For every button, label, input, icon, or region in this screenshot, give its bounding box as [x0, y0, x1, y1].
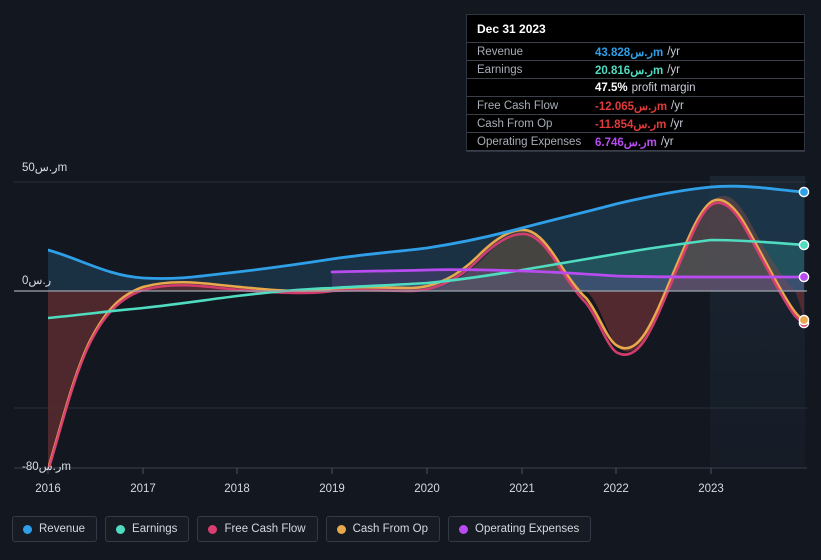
x-axis-label-2017: 2017 [130, 483, 156, 495]
tooltip-label-revenue: Revenue [477, 45, 524, 58]
endpoint-marker-earnings [798, 239, 810, 251]
legend-item-operating-expenses[interactable]: Operating Expenses [448, 516, 592, 542]
tooltip-row-revenue: Revenue 43.828ر.سm /yr [467, 42, 804, 60]
x-axis-label-2016: 2016 [35, 483, 61, 495]
y-axis-label-top: 50ر.سm [22, 162, 68, 174]
endpoint-marker-operating-expenses [798, 271, 810, 283]
x-axis-label-2019: 2019 [319, 483, 345, 495]
tooltip-label-cash-from-op: Cash From Op [477, 117, 553, 130]
y-axis-label-bottom: -80ر.سm [22, 461, 72, 473]
legend-dot-free-cash-flow [208, 524, 218, 534]
endpoint-marker-cash-from-op [798, 314, 810, 326]
legend-item-earnings[interactable]: Earnings [105, 516, 190, 542]
cashflow-negative-area-left [48, 282, 300, 468]
tooltip-suffix-revenue: /yr [667, 45, 680, 58]
tooltip-label-earnings: Earnings [477, 63, 523, 76]
x-axis-label-2023: 2023 [698, 483, 724, 495]
y-axis-label-zero: 0ر.س [22, 275, 52, 287]
tooltip-row-earnings: Earnings 20.816ر.سm /yr [467, 60, 804, 78]
legend-dot-revenue [23, 524, 32, 534]
tooltip-value-free-cash-flow: -12.065ر.سm [595, 100, 668, 113]
chart-legend: Revenue Earnings Free Cash Flow Cash Fro… [12, 516, 592, 542]
legend-item-revenue[interactable]: Revenue [12, 516, 98, 542]
tooltip-value-profit-margin: 47.5% [595, 81, 628, 94]
tooltip-value-revenue: 43.828ر.سm [595, 46, 664, 59]
financial-chart: 50ر.سm 0ر.س -80ر.سm 2016 2017 2018 2019 … [0, 0, 821, 560]
x-axis-label-2021: 2021 [509, 483, 535, 495]
tooltip-suffix-operating-expenses: /yr [660, 135, 674, 148]
legend-item-free-cash-flow[interactable]: Free Cash Flow [197, 516, 318, 542]
tooltip-row-profit-margin: 47.5% profit margin [467, 78, 804, 96]
tooltip-label-free-cash-flow: Free Cash Flow [477, 99, 559, 112]
tooltip-value-earnings: 20.816ر.سm [595, 64, 664, 77]
x-axis-label-2018: 2018 [224, 483, 250, 495]
tooltip-suffix-free-cash-flow: /yr [671, 99, 684, 112]
tooltip-title: Dec 31 2023 [477, 22, 546, 36]
tooltip-value-cash-from-op: -11.854ر.سm [595, 118, 667, 131]
chart-tooltip: Dec 31 2023 Revenue 43.828ر.سm /yr Earni… [466, 14, 805, 152]
tooltip-suffix-earnings: /yr [667, 63, 680, 76]
endpoint-marker-revenue [798, 186, 810, 198]
legend-label-cash-from-op: Cash From Op [352, 523, 429, 535]
legend-label-free-cash-flow: Free Cash Flow [224, 523, 306, 535]
legend-label-operating-expenses: Operating Expenses [475, 523, 580, 535]
tooltip-row-free-cash-flow: Free Cash Flow -12.065ر.سm /yr [467, 96, 804, 114]
x-axis-label-2020: 2020 [414, 483, 440, 495]
tooltip-suffix-cash-from-op: /yr [670, 117, 684, 130]
legend-dot-earnings [116, 524, 126, 534]
x-axis: 2016 2017 2018 2019 2020 2021 2022 2023 [0, 483, 821, 503]
legend-item-cash-from-op[interactable]: Cash From Op [325, 516, 441, 542]
legend-label-revenue: Revenue [39, 523, 86, 535]
tooltip-value-operating-expenses: 6.746ر.سm [595, 136, 657, 149]
x-tick-marks [47, 468, 712, 474]
legend-dot-operating-expenses [459, 524, 469, 534]
legend-label-earnings: Earnings [132, 523, 178, 535]
legend-dot-cash-from-op [336, 524, 346, 534]
x-axis-label-2022: 2022 [603, 483, 629, 495]
tooltip-label-operating-expenses: Operating Expenses [477, 135, 582, 148]
tooltip-sublabel-profit-margin: profit margin [631, 81, 696, 94]
tooltip-row-operating-expenses: Operating Expenses 6.746ر.سm /yr [467, 132, 804, 151]
tooltip-row-cash-from-op: Cash From Op -11.854ر.سm /yr [467, 114, 804, 132]
